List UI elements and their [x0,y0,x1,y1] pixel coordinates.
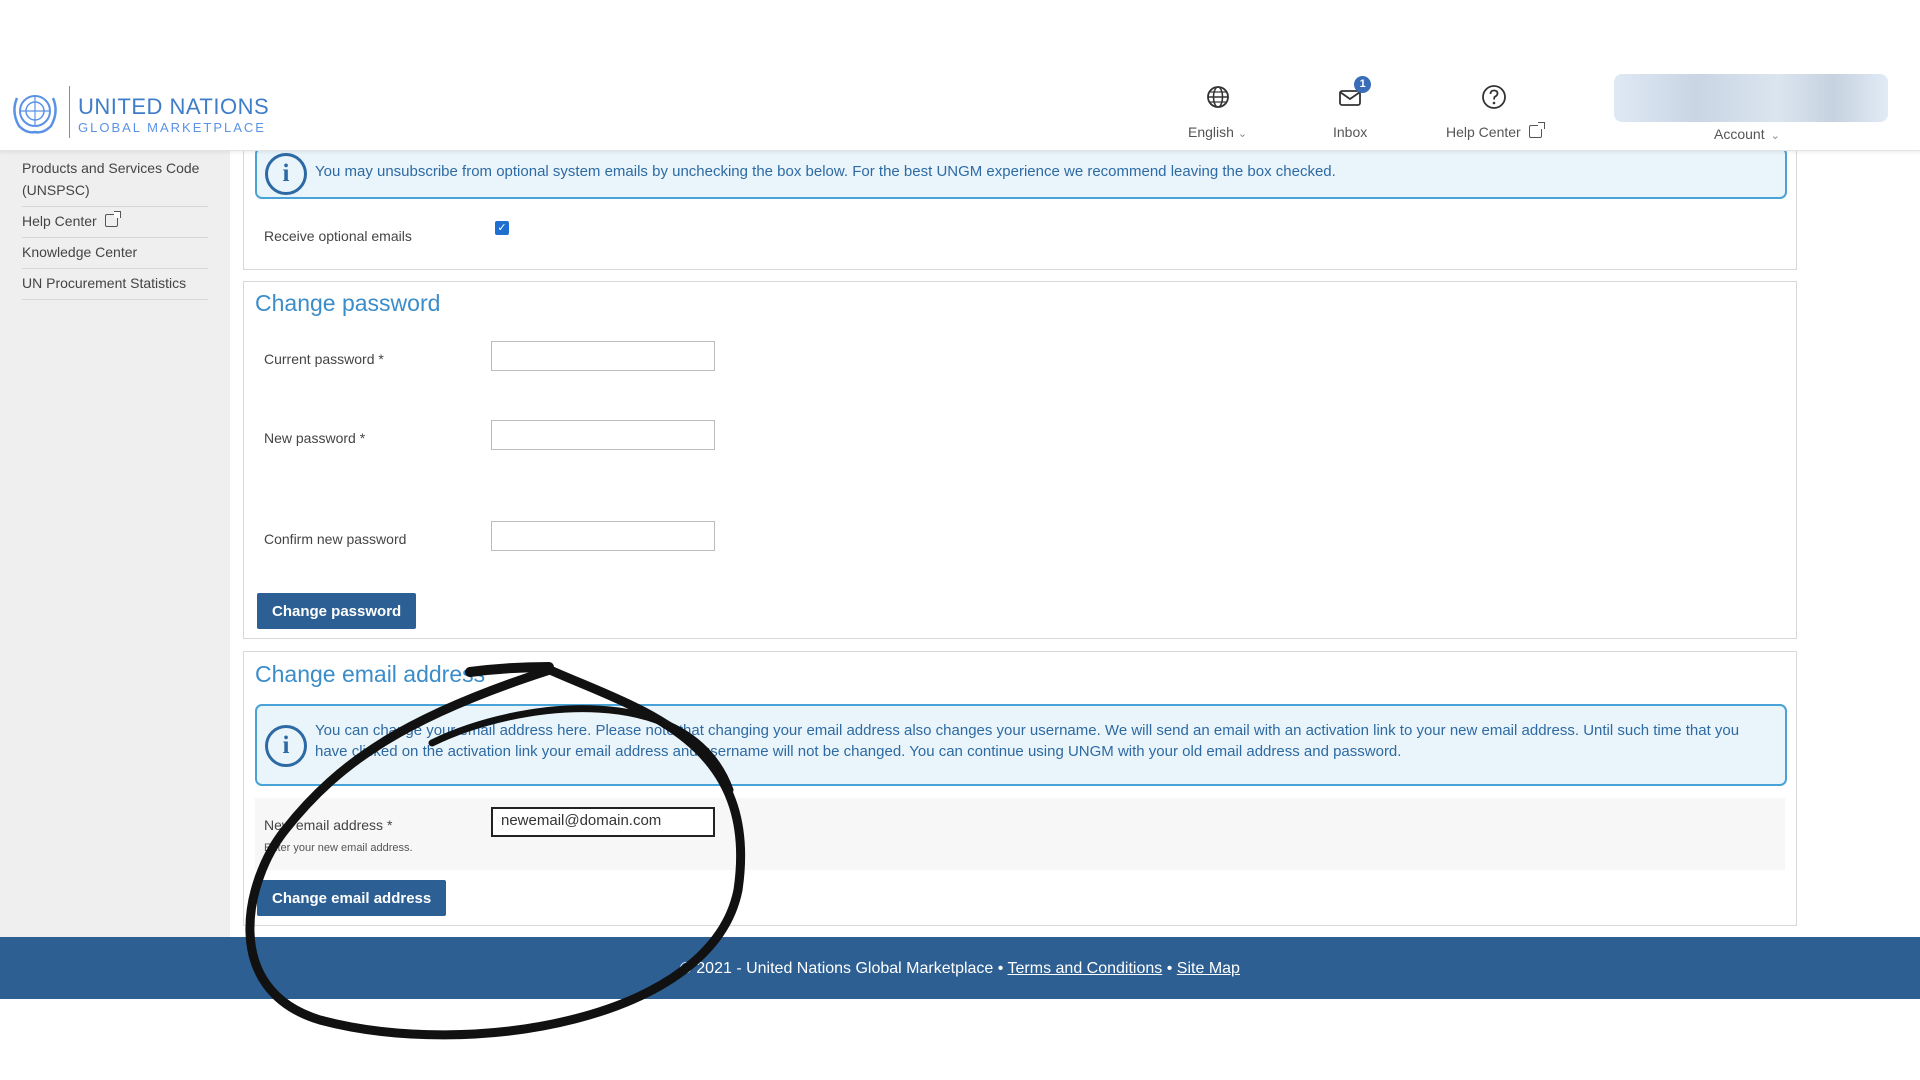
new-email-label: New email address * [264,817,393,833]
globe-icon [1205,84,1231,110]
language-label: English [1188,124,1234,140]
account-label: Account [1714,126,1765,142]
change-password-panel: Change password Current password * New p… [243,281,1797,639]
new-email-input[interactable]: newemail@domain.com [491,807,715,837]
account-menu[interactable]: Account ⌄ [1714,126,1780,142]
change-email-info-text: You can change your email address here. … [315,722,1740,760]
change-email-info-box: i You can change your email address here… [255,704,1787,786]
sidebar-item-help-center[interactable]: Help Center [22,207,208,238]
confirm-password-label: Confirm new password [264,531,407,547]
change-password-title: Change password [255,290,441,316]
sidebar-item-label: Products and Services Code (UNSPSC) [22,160,200,198]
question-circle-icon [1481,84,1507,110]
logo-subtitle: GLOBAL MARKETPLACE [78,120,266,135]
terms-and-conditions-link[interactable]: Terms and Conditions [1008,960,1163,977]
current-password-label: Current password * [264,351,384,367]
change-email-panel: Change email address i You can change yo… [243,651,1797,926]
site-map-link[interactable]: Site Map [1177,960,1240,977]
account-name-blurred [1614,74,1888,122]
info-icon: i [265,153,307,195]
change-email-title: Change email address [255,661,486,687]
help-center-label: Help Center [1446,124,1521,140]
help-center-button[interactable]: Help Center [1446,84,1545,140]
un-emblem-icon [13,95,57,134]
inbox-button[interactable]: 1 Inbox [1333,76,1372,140]
change-email-button[interactable]: Change email address [257,880,447,916]
unsubscribe-info-text: You may unsubscribe from optional system… [315,163,1336,180]
receive-emails-checkbox[interactable]: ✓ [495,221,509,235]
left-sidebar: Products and Services Code (UNSPSC) Help… [0,150,230,937]
info-icon: i [265,725,307,767]
confirm-password-input[interactable] [491,521,715,551]
sidebar-item-procurement-statistics[interactable]: UN Procurement Statistics [22,269,208,300]
chevron-down-icon: ⌄ [1237,128,1248,140]
chevron-down-icon: ⌄ [1770,130,1780,142]
envelope-icon: 1 [1337,76,1372,110]
ungm-logo[interactable]: UNITED NATIONS GLOBAL MARKETPLACE [9,82,271,140]
sidebar-item-label: Help Center [22,213,97,229]
current-password-input[interactable] [491,341,715,371]
footer-copyright: © 2021 - United Nations Global Marketpla… [680,960,1004,977]
logo-title: UNITED NATIONS [78,94,270,119]
new-email-row [255,798,1785,870]
new-email-value: newemail@domain.com [501,812,662,829]
language-selector[interactable]: English ⌄ [1188,84,1247,140]
new-email-hint: Enter your new email address. [264,842,413,854]
external-link-icon [1528,122,1545,138]
change-password-button[interactable]: Change password [257,593,417,629]
sidebar-item-knowledge-center[interactable]: Knowledge Center [22,238,208,269]
logo-divider [69,86,70,138]
unsubscribe-info-box: i You may unsubscribe from optional syst… [255,147,1787,199]
site-footer: © 2021 - United Nations Global Marketpla… [0,937,1920,999]
external-link-icon [104,211,121,227]
new-password-label: New password * [264,430,366,446]
inbox-label: Inbox [1333,124,1368,140]
sidebar-item-label: Knowledge Center [22,244,138,260]
inbox-count-badge: 1 [1354,76,1372,93]
new-password-input[interactable] [491,420,715,450]
sidebar-item-unspsc[interactable]: Products and Services Code (UNSPSC) [22,154,208,207]
receive-emails-label: Receive optional emails [264,228,412,244]
top-header: UNITED NATIONS GLOBAL MARKETPLACE Englis… [0,72,1920,151]
sidebar-item-label: UN Procurement Statistics [22,275,187,291]
footer-separator: • [1166,960,1173,977]
